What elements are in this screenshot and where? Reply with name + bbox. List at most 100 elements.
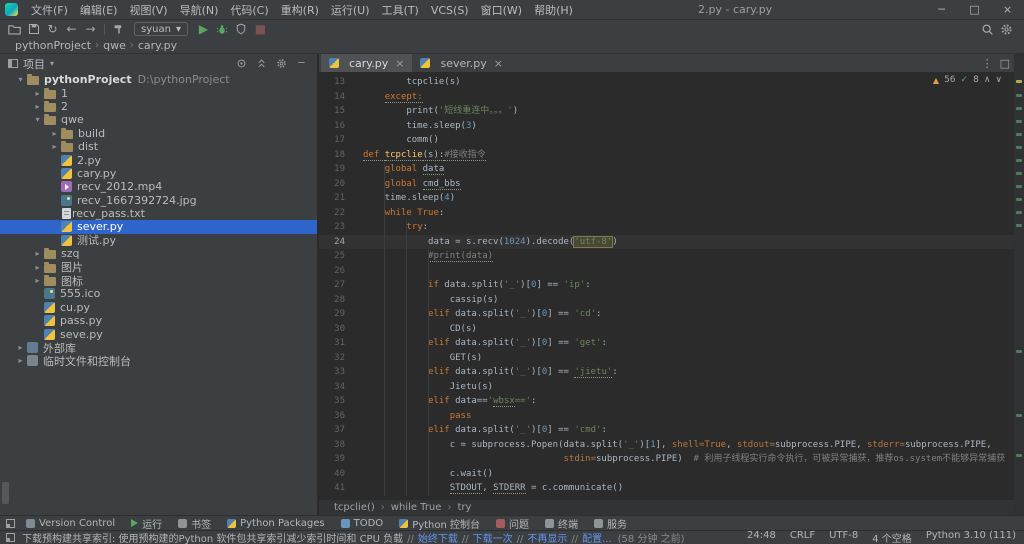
next-issue-icon[interactable]: ∨: [995, 75, 1002, 85]
breadcrumb-item[interactable]: qwe: [100, 39, 129, 52]
line-number[interactable]: 22: [319, 206, 345, 221]
line-number[interactable]: 31: [319, 336, 345, 351]
tree-item[interactable]: recv_2012.mp4: [0, 180, 317, 193]
error-stripe-mark[interactable]: [1016, 94, 1022, 97]
line-number[interactable]: 17: [319, 133, 345, 148]
code-line[interactable]: 15 print('短线重连中。。。'): [319, 104, 1014, 119]
tree-arrow-icon[interactable]: ▸: [31, 249, 44, 258]
line-number[interactable]: 25: [319, 249, 345, 264]
tree-arrow-icon[interactable]: ▸: [31, 89, 44, 98]
line-number[interactable]: 41: [319, 481, 345, 496]
toolwindow-button[interactable]: Python 控制台: [399, 516, 480, 531]
code-line[interactable]: 17 comm(): [319, 133, 1014, 148]
editor-breadcrumb-item[interactable]: while True: [388, 502, 445, 513]
line-number[interactable]: 28: [319, 293, 345, 308]
line-number[interactable]: 27: [319, 278, 345, 293]
debug-bug-icon[interactable]: [213, 21, 232, 37]
editor-breadcrumb-item[interactable]: try: [454, 502, 474, 513]
error-stripe-mark[interactable]: [1016, 172, 1022, 175]
code-line[interactable]: 24 data = s.recv(1024).decode('utf-8'): [319, 234, 1014, 249]
toolwindow-button[interactable]: 服务: [594, 516, 627, 531]
search-icon[interactable]: [978, 21, 997, 37]
inspections-widget[interactable]: ▲ 56 ✓ 8 ∧ ∨: [933, 75, 1002, 85]
line-number[interactable]: 21: [319, 191, 345, 206]
line-number[interactable]: 13: [319, 75, 345, 90]
toolwindow-button[interactable]: TODO: [340, 518, 383, 529]
tree-item[interactable]: sever.py: [0, 220, 317, 234]
error-stripe-mark[interactable]: [1016, 198, 1022, 201]
hide-panel-icon[interactable]: ─: [294, 58, 309, 69]
code-line[interactable]: 23 try:: [319, 220, 1014, 235]
tree-item[interactable]: ▸ 2: [0, 100, 317, 113]
code-line[interactable]: 13 tcpclie(s): [319, 75, 1014, 90]
code-line[interactable]: 31 elif data.split('_')[0] == 'get':: [319, 336, 1014, 351]
status-link[interactable]: 配置...: [582, 534, 612, 544]
tree-arrow-icon[interactable]: ▾: [31, 115, 44, 124]
tree-item[interactable]: recv_pass.txt: [0, 207, 317, 220]
tree-arrow-icon[interactable]: ▸: [14, 343, 27, 352]
code-line[interactable]: 28 cassip(s): [319, 293, 1014, 308]
tree-item[interactable]: ▾ qwe: [0, 113, 317, 126]
error-stripe-mark[interactable]: [1016, 120, 1022, 123]
status-corner-icon[interactable]: [6, 533, 15, 542]
tree-arrow-icon[interactable]: ▸: [48, 142, 61, 151]
menu-item[interactable]: 编辑(E): [74, 4, 124, 17]
line-number[interactable]: 37: [319, 423, 345, 438]
tree-item[interactable]: pass.py: [0, 314, 317, 327]
toolwindow-button[interactable]: Version Control: [26, 518, 115, 529]
more-options-icon[interactable]: ⋮: [982, 57, 993, 70]
line-number[interactable]: 36: [319, 409, 345, 424]
minimize-icon[interactable]: ─: [925, 0, 958, 20]
code-line[interactable]: 30 CD(s): [319, 322, 1014, 337]
tree-arrow-icon[interactable]: ▸: [14, 356, 27, 365]
error-stripe-mark[interactable]: [1016, 133, 1022, 136]
error-stripe-mark[interactable]: [1016, 146, 1022, 149]
code-line[interactable]: 33 elif data.split('_')[0] == 'jietu':: [319, 365, 1014, 380]
line-number[interactable]: 29: [319, 307, 345, 322]
error-stripe-mark[interactable]: [1016, 414, 1022, 417]
line-number[interactable]: 14: [319, 90, 345, 105]
breadcrumb-item[interactable]: cary.py: [135, 39, 180, 52]
status-widget[interactable]: 24:48: [747, 530, 776, 544]
menu-item[interactable]: 文件(F): [25, 4, 74, 17]
line-number[interactable]: 34: [319, 380, 345, 395]
tree-item[interactable]: 555.ico: [0, 287, 317, 300]
tree-item[interactable]: ▸ 图标: [0, 274, 317, 288]
tree-item[interactable]: ▸ szq: [0, 247, 317, 260]
tree-item[interactable]: cary.py: [0, 167, 317, 180]
code-line[interactable]: 26: [319, 264, 1014, 279]
line-number[interactable]: 19: [319, 162, 345, 177]
error-stripe-mark[interactable]: [1016, 454, 1022, 457]
build-hammer-icon[interactable]: [109, 21, 128, 37]
error-stripe-mark[interactable]: [1016, 159, 1022, 162]
menu-item[interactable]: 窗口(W): [475, 4, 528, 17]
tree-item[interactable]: cu.py: [0, 301, 317, 314]
menu-item[interactable]: 视图(V): [123, 4, 173, 17]
code-line[interactable]: 37 elif data.split('_')[0] == 'cmd':: [319, 423, 1014, 438]
code-line[interactable]: 14 except:: [319, 90, 1014, 105]
status-link[interactable]: 下载一次: [473, 534, 513, 544]
tree-item[interactable]: ▾ pythonProject D:\pythonProject: [0, 73, 317, 86]
code-line[interactable]: 29 elif data.split('_')[0] == 'cd':: [319, 307, 1014, 322]
status-link[interactable]: 始终下载: [418, 534, 458, 544]
error-stripe[interactable]: [1014, 54, 1024, 515]
toolwindow-button[interactable]: 书签: [178, 516, 211, 531]
tree-item[interactable]: 测试.py: [0, 234, 317, 247]
line-number[interactable]: 35: [319, 394, 345, 409]
toolwindow-button[interactable]: 终端: [545, 516, 578, 531]
toolwindow-button[interactable]: 运行: [131, 516, 162, 531]
code-line[interactable]: 18 def tcpclie(s):#接收指令: [319, 148, 1014, 163]
menu-item[interactable]: 运行(U): [325, 4, 376, 17]
tree-arrow-icon[interactable]: ▸: [48, 129, 61, 138]
tree-item[interactable]: 2.py: [0, 153, 317, 167]
toolwindow-button[interactable]: Python Packages: [227, 518, 325, 529]
error-stripe-mark[interactable]: [1016, 107, 1022, 110]
tree-item[interactable]: ▸ 1: [0, 86, 317, 100]
line-number[interactable]: 15: [319, 104, 345, 119]
coverage-shield-icon[interactable]: [232, 21, 251, 37]
toolwindow-button[interactable]: 问题: [496, 516, 529, 531]
editor-breadcrumb-item[interactable]: tcpclie(): [331, 502, 378, 513]
status-link[interactable]: 不再显示: [527, 534, 567, 544]
back-icon[interactable]: ←: [62, 21, 81, 37]
editor-tab[interactable]: cary.py ×: [321, 54, 413, 72]
